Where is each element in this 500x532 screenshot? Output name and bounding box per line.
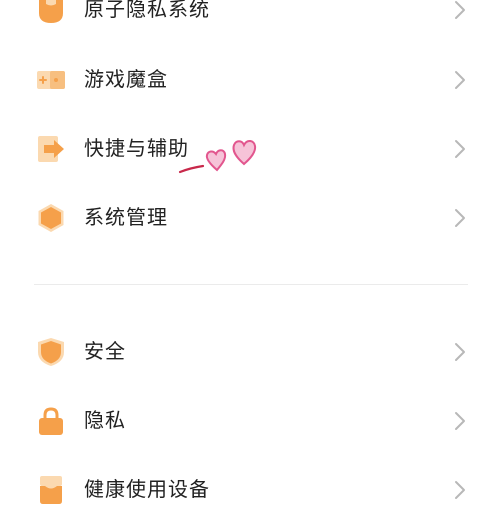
lock-icon [36, 406, 66, 436]
menu-item-game-box[interactable]: 游戏魔盒 [0, 50, 500, 110]
menu-item-security[interactable]: 安全 [0, 322, 500, 382]
chevron-right-icon [452, 0, 468, 21]
menu-item-privacy[interactable]: 隐私 [0, 391, 500, 451]
health-hourglass-icon [36, 475, 66, 505]
shield-icon [36, 337, 66, 367]
chevron-right-icon [452, 479, 468, 501]
menu-item-label: 隐私 [84, 408, 126, 432]
menu-item-system-manage[interactable]: 系统管理 [0, 188, 500, 248]
menu-item-label: 快捷与辅助 [84, 136, 189, 160]
menu-item-label: 原子隐私系统 [84, 0, 210, 21]
section-divider [34, 284, 468, 285]
menu-item-healthy-usage[interactable]: 健康使用设备 [0, 460, 500, 520]
menu-item-label: 健康使用设备 [84, 477, 210, 501]
settings-screen: 原子隐私系统 游戏魔盒 快捷与辅助 系统管理 安全 隐私 健康使用设备 [0, 0, 500, 532]
chevron-right-icon [452, 207, 468, 229]
chevron-right-icon [452, 69, 468, 91]
heart-doodle-icon [176, 132, 266, 178]
menu-item-label: 安全 [84, 339, 126, 363]
shortcut-arrow-icon [36, 134, 66, 164]
menu-item-atomic-privacy[interactable]: 原子隐私系统 [0, 0, 500, 40]
hexagon-icon [36, 203, 66, 233]
chevron-right-icon [452, 410, 468, 432]
menu-item-label: 系统管理 [84, 205, 168, 229]
chevron-right-icon [452, 341, 468, 363]
game-box-icon [36, 65, 66, 95]
chevron-right-icon [452, 138, 468, 160]
menu-item-label: 游戏魔盒 [84, 67, 168, 91]
atomic-privacy-icon [36, 0, 66, 25]
